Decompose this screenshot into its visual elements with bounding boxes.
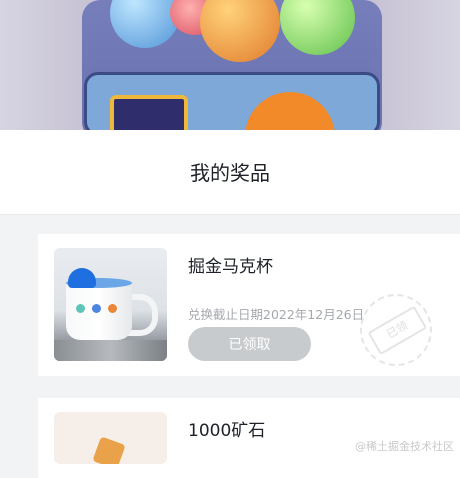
banner-left-frame [0,0,90,130]
hero-banner-illustration [0,0,460,130]
prizes-sheet: 我的奖品 掘金马克杯 兑换截止日期2022年12月26日 已领取 已领 1000… [0,130,460,478]
watermark-text: @稀土掘金技术社区 [355,440,454,453]
claimed-stamp-text: 已领 [367,305,428,356]
mug-dot-orange [108,304,117,313]
mug-dot-teal [76,304,85,313]
ore-image [54,412,167,464]
prize-deadline: 兑换截止日期2022年12月26日 [188,307,365,322]
banner-right-frame [370,0,460,130]
mascot-icon [68,268,96,288]
mug-dot-blue [92,304,101,313]
gacha-machine-slot [110,95,188,130]
prize-card[interactable]: 掘金马克杯 兑换截止日期2022年12月26日 已领取 已领 [38,234,460,380]
claimed-button[interactable]: 已领取 [188,327,311,361]
mug-image [54,248,167,361]
page-title: 我的奖品 [190,161,270,185]
prize-name: 掘金马克杯 [188,257,273,277]
table-surface [54,340,167,361]
claimed-stamp-icon: 已领 [346,280,446,380]
prize-name: 1000矿石 [188,421,266,441]
sheet-header: 我的奖品 [0,130,460,215]
